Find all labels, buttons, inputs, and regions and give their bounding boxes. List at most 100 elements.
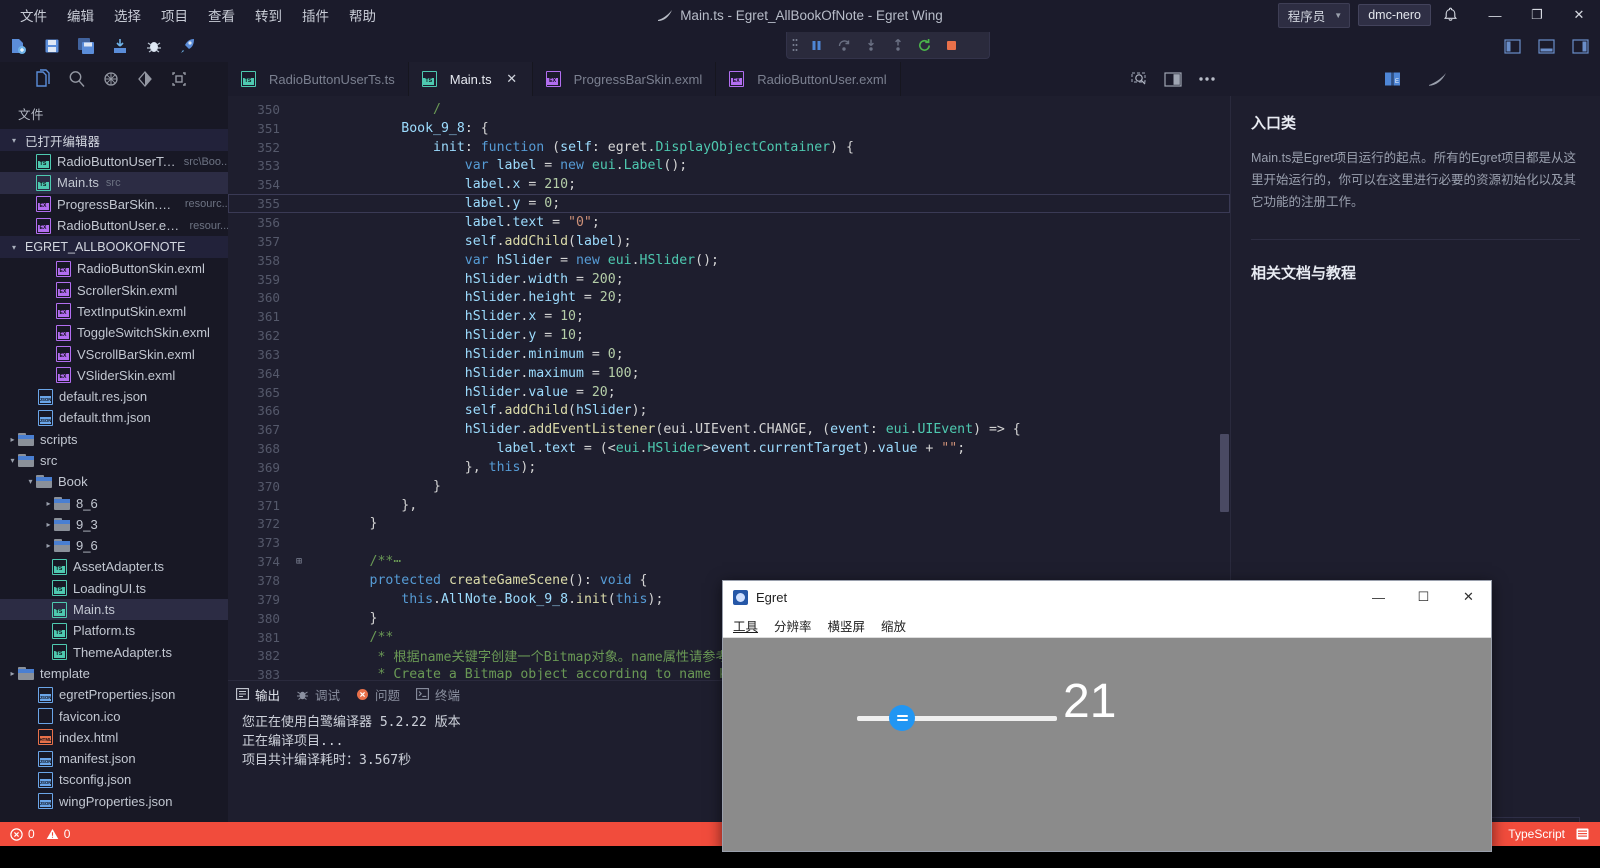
tree-item[interactable]: JSON default.thm.json	[0, 407, 228, 428]
code-line[interactable]: 352 init: function (self: egret.DisplayO…	[228, 138, 1230, 157]
tree-item[interactable]: ▸ 8_6	[0, 492, 228, 513]
import-project-icon[interactable]	[110, 36, 130, 56]
egret-game-stage[interactable]: 21	[723, 638, 1491, 851]
open-editor-item[interactable]: EX ProgressBarSkin.exml resourc...	[0, 194, 228, 215]
code-line[interactable]: 350 /	[228, 100, 1230, 119]
window-maximize-button[interactable]: ❐	[1516, 0, 1558, 30]
panel-tab[interactable]: 调试	[296, 685, 340, 704]
tree-item[interactable]: ▸ scripts	[0, 429, 228, 450]
tree-item[interactable]: EX VSliderSkin.exml	[0, 365, 228, 386]
api-docs-icon[interactable]: E	[1383, 70, 1402, 88]
code-line[interactable]: 374 ⊞ /**⋯	[228, 552, 1230, 571]
code-line[interactable]: 353 var label = new eui.Label();	[228, 157, 1230, 176]
open-editor-item[interactable]: EX RadioButtonUser.exml resour...	[0, 215, 228, 236]
section-project[interactable]: ▾ EGRET_ALLBOOKOFNOTE	[0, 236, 228, 259]
menu-view[interactable]: 查看	[198, 1, 245, 29]
editor-tab[interactable]: EX ProgressBarSkin.exml	[532, 62, 717, 96]
code-line[interactable]: 360 hSlider.height = 20;	[228, 288, 1230, 307]
tree-item[interactable]: TS Main.ts	[0, 598, 228, 621]
tab-close-icon[interactable]: ✕	[505, 71, 519, 87]
notifications-bell-icon[interactable]	[1443, 7, 1458, 23]
panel-tab[interactable]: 输出	[236, 685, 280, 704]
tree-item[interactable]: ▾ src	[0, 450, 228, 471]
chevron-right-icon[interactable]: ▸	[7, 669, 18, 678]
code-line[interactable]: 367 hSlider.addEventListener(eui.UIEvent…	[228, 420, 1230, 439]
toggle-panel-icon[interactable]	[1536, 36, 1556, 56]
section-open-editors[interactable]: ▾ 已打开编辑器	[0, 129, 228, 151]
warning-icon[interactable]	[46, 828, 59, 840]
code-line[interactable]: 351 Book_9_8: {	[228, 119, 1230, 138]
code-line[interactable]: 371 },	[228, 496, 1230, 515]
tree-item[interactable]: JSON default.res.json	[0, 386, 228, 407]
tree-item[interactable]: JSON egretProperties.json	[0, 684, 228, 705]
extensions-icon[interactable]	[168, 68, 190, 90]
tree-item[interactable]: favicon.ico	[0, 705, 228, 726]
chevron-right-icon[interactable]: ▸	[7, 435, 18, 444]
menu-goto[interactable]: 转到	[245, 1, 292, 29]
code-line[interactable]: 366 self.addChild(hSlider);	[228, 402, 1230, 421]
tree-item[interactable]: JSON manifest.json	[0, 748, 228, 769]
bell-notification-icon[interactable]	[1575, 827, 1590, 841]
tree-item[interactable]: EX TextInputSkin.exml	[0, 301, 228, 322]
menu-edit[interactable]: 编辑	[57, 1, 104, 29]
toggle-sidebar-icon[interactable]	[1502, 36, 1522, 56]
code-line[interactable]: 365 hSlider.value = 20;	[228, 383, 1230, 402]
save-all-icon[interactable]	[76, 36, 96, 56]
hslider-track[interactable]	[857, 716, 1057, 721]
tree-item[interactable]: JSON wingProperties.json	[0, 791, 228, 812]
chevron-down-icon[interactable]: ▾	[25, 477, 36, 486]
tree-item[interactable]: TS AssetAdapter.ts	[0, 556, 228, 577]
panel-tab[interactable]: 问题	[356, 685, 400, 704]
user-account-chip[interactable]: dmc-nero	[1358, 4, 1431, 26]
code-line[interactable]: 354 label.x = 210;	[228, 175, 1230, 194]
tree-item[interactable]: TS Platform.ts	[0, 620, 228, 641]
code-line[interactable]: 368 label.text = (<eui.HSlider>event.cur…	[228, 439, 1230, 458]
new-file-icon[interactable]	[8, 36, 28, 56]
egret-maximize-button[interactable]: ☐	[1401, 581, 1446, 613]
chevron-right-icon[interactable]: ▸	[43, 499, 54, 508]
tree-item[interactable]: ▸ 9_6	[0, 535, 228, 556]
egret-wing-icon[interactable]	[1428, 72, 1447, 87]
hslider-thumb[interactable]	[889, 705, 915, 731]
egret-menu-orientation[interactable]: 横竖屏	[828, 616, 866, 635]
egret-close-button[interactable]: ✕	[1446, 581, 1491, 613]
editor-tab[interactable]: TS Main.ts ✕	[408, 62, 533, 96]
chevron-down-icon[interactable]: ▾	[7, 456, 18, 465]
panel-tab[interactable]: 终端	[416, 685, 460, 704]
step-out-button[interactable]	[884, 32, 911, 59]
code-line[interactable]: 373	[228, 533, 1230, 552]
debug-bug-icon[interactable]	[144, 36, 164, 56]
step-over-button[interactable]	[830, 32, 857, 59]
egret-preview-window[interactable]: Egret — ☐ ✕ 工具 分辨率 横竖屏 缩放 21	[722, 580, 1492, 852]
save-icon[interactable]	[42, 36, 62, 56]
open-editor-item[interactable]: TS Main.ts src	[0, 172, 228, 194]
tree-item[interactable]: ▾ Book	[0, 471, 228, 492]
menu-plugins[interactable]: 插件	[292, 1, 339, 29]
code-line[interactable]: 356 label.text = "0";	[228, 213, 1230, 232]
code-line-current[interactable]: 355 label.y = 0;	[228, 194, 1230, 214]
scrollbar-thumb[interactable]	[1220, 434, 1229, 512]
tree-item[interactable]: EX ToggleSwitchSkin.exml	[0, 322, 228, 343]
restart-button[interactable]	[911, 32, 938, 59]
code-line[interactable]: 372 }	[228, 515, 1230, 534]
code-line[interactable]: 359 hSlider.width = 200;	[228, 270, 1230, 289]
code-line[interactable]: 357 self.addChild(label);	[228, 232, 1230, 251]
menu-file[interactable]: 文件	[10, 1, 57, 29]
run-rocket-icon[interactable]	[178, 36, 198, 56]
tree-item[interactable]: TS LoadingUI.ts	[0, 578, 228, 599]
stop-button[interactable]	[938, 32, 965, 59]
code-line[interactable]: 364 hSlider.maximum = 100;	[228, 364, 1230, 383]
error-icon[interactable]	[10, 827, 23, 841]
code-line[interactable]: 370 }	[228, 477, 1230, 496]
code-line[interactable]: 358 var hSlider = new eui.HSlider();	[228, 251, 1230, 270]
fold-expand-icon[interactable]: ⊞	[292, 556, 306, 567]
editor-tab[interactable]: TS RadioButtonUserTs.ts	[228, 62, 409, 96]
hslider[interactable]	[857, 705, 1057, 731]
editor-tab[interactable]: EX RadioButtonUser.exml	[716, 62, 901, 96]
code-line[interactable]: 361 hSlider.x = 10;	[228, 307, 1230, 326]
language-mode[interactable]: TypeScript	[1508, 827, 1565, 841]
menu-project[interactable]: 项目	[151, 1, 198, 29]
egret-menu-zoom[interactable]: 缩放	[881, 616, 906, 635]
menu-select[interactable]: 选择	[104, 1, 151, 29]
preview-icon[interactable]	[1131, 71, 1148, 87]
